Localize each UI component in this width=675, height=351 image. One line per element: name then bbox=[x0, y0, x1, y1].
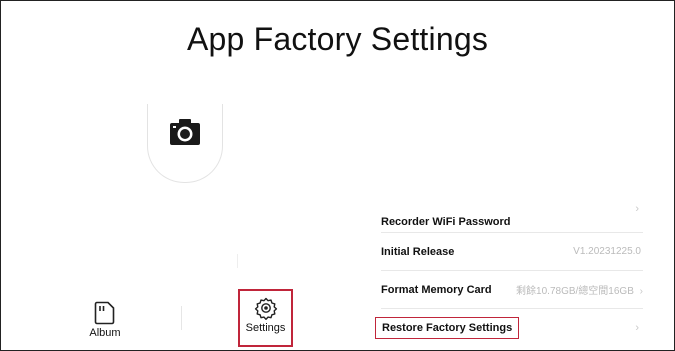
sd-card-icon bbox=[94, 301, 115, 325]
initial-release-value: V1.20231225.0 bbox=[573, 246, 641, 257]
initial-release-label: Initial Release bbox=[381, 245, 455, 258]
gear-icon bbox=[254, 297, 277, 320]
chevron-right-icon: › bbox=[635, 203, 639, 215]
divider bbox=[237, 254, 238, 268]
settings-row-wifi-password[interactable]: Recorder WiFi Password › bbox=[381, 193, 643, 233]
chevron-right-icon: › bbox=[635, 321, 639, 334]
wifi-password-label: Recorder WiFi Password bbox=[381, 216, 511, 228]
format-card-label: Format Memory Card bbox=[381, 283, 492, 296]
nav-album-label: Album bbox=[89, 327, 121, 339]
chevron-right-icon: › bbox=[639, 286, 643, 297]
format-card-value: 剩餘10.78GB/總空間16GB › bbox=[516, 282, 643, 297]
storage-info: 剩餘10.78GB/總空間16GB bbox=[516, 286, 634, 297]
page-title: App Factory Settings bbox=[186, 21, 489, 57]
bottom-nav: Album Settings bbox=[1, 286, 331, 350]
settings-row-initial-release[interactable]: Initial Release V1.20231225.0 bbox=[381, 233, 643, 271]
nav-settings-label: Settings bbox=[245, 322, 286, 334]
nav-divider bbox=[181, 306, 182, 330]
camera-icon bbox=[170, 119, 200, 145]
restore-factory-label: Restore Factory Settings bbox=[375, 316, 520, 339]
screen-frame: App Factory Settings Album Settings Reco… bbox=[0, 0, 675, 351]
nav-album[interactable]: Album bbox=[75, 301, 135, 339]
nav-settings[interactable]: Settings bbox=[238, 289, 293, 347]
settings-row-restore[interactable]: Restore Factory Settings › bbox=[375, 309, 643, 346]
settings-row-format-card[interactable]: Format Memory Card 剩餘10.78GB/總空間16GB › bbox=[381, 271, 643, 309]
settings-list: Recorder WiFi Password › Initial Release… bbox=[375, 193, 643, 346]
camera-button[interactable] bbox=[147, 104, 223, 183]
